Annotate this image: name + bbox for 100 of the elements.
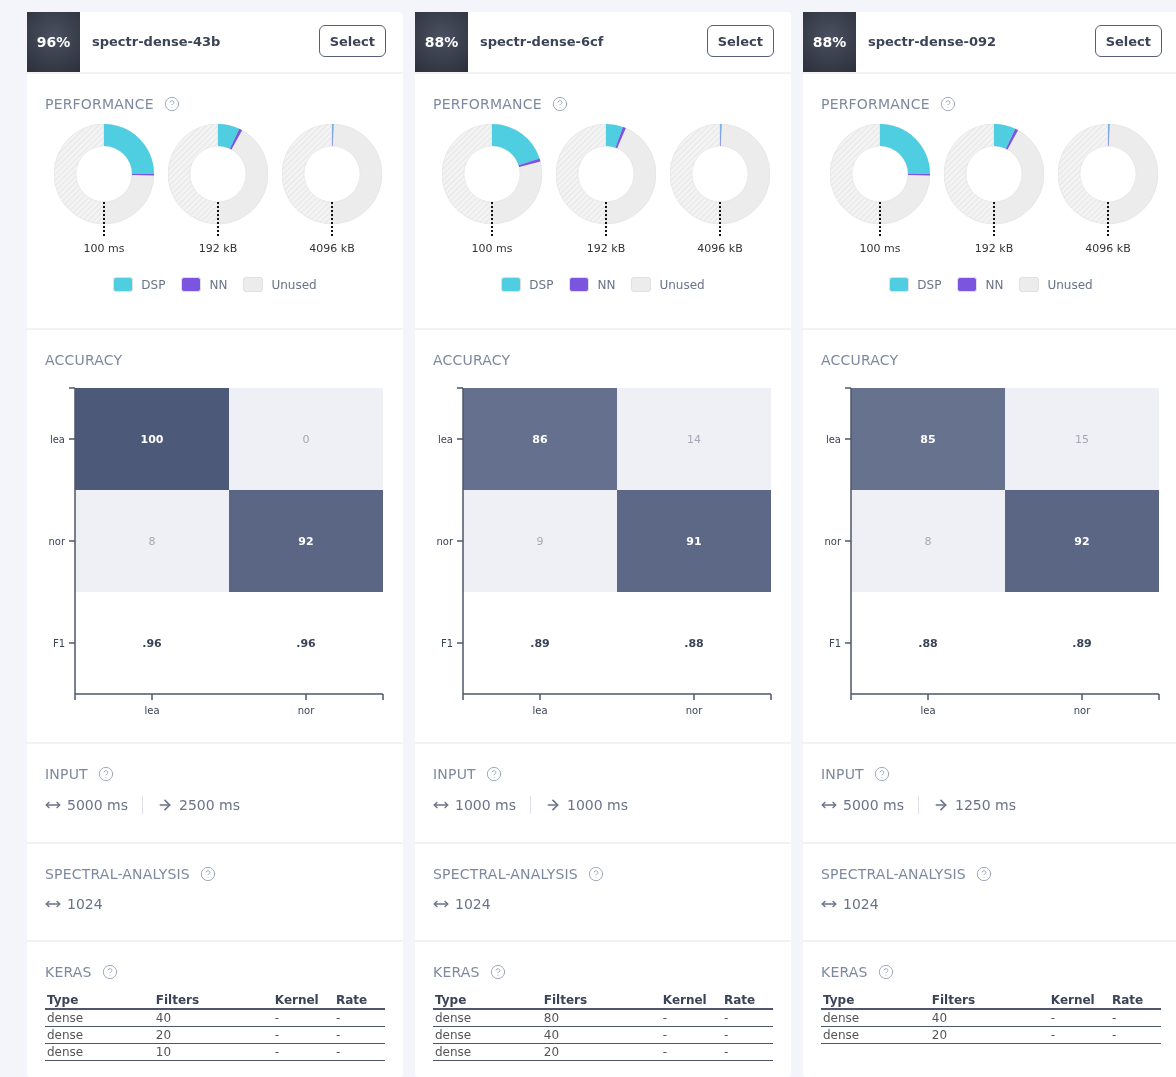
help-icon[interactable] [101, 964, 118, 980]
help-icon[interactable] [877, 964, 894, 980]
section-title: ACCURACY [433, 352, 511, 368]
section-title: KERAS [433, 964, 480, 980]
section-title: SPECTRAL-ANALYSIS [821, 866, 966, 882]
section-title: SPECTRAL-ANALYSIS [45, 866, 190, 882]
cell-value: 92 [298, 535, 314, 548]
column-header: Rate [1110, 992, 1161, 1009]
table-cell: - [660, 1043, 722, 1061]
score-badge: 96% [27, 12, 80, 72]
row-label: nor [48, 536, 65, 547]
f1-score: .96 [296, 637, 316, 650]
legend-label: Unused [271, 277, 317, 292]
score-badge: 88% [415, 12, 468, 72]
table-cell: - [334, 1026, 385, 1044]
row-label: F1 [828, 638, 841, 649]
table-cell: - [272, 1009, 334, 1027]
table-cell: dense [821, 1026, 930, 1044]
gauge-label: 192 kB [198, 242, 238, 255]
section-title: INPUT [821, 766, 864, 782]
table-cell: - [1110, 1026, 1161, 1044]
section-title: ACCURACY [45, 352, 123, 368]
column-label: lea [532, 705, 548, 716]
cell-value: 9 [536, 535, 544, 548]
row-label: lea [437, 434, 453, 445]
window-stride: 1000 ms [567, 797, 629, 813]
legend-label: DSP [529, 277, 554, 292]
section-title: INPUT [433, 766, 476, 782]
help-icon[interactable] [587, 866, 604, 882]
cell-value: 15 [1075, 433, 1089, 446]
window-size: 5000 ms [67, 797, 128, 813]
gauge-label: 100 ms [859, 242, 901, 255]
select-button[interactable]: Select [318, 25, 386, 57]
column-label: lea [920, 705, 936, 716]
column-label: nor [1073, 705, 1091, 716]
table-cell: - [334, 1043, 385, 1061]
gauge-label: 192 kB [974, 242, 1014, 255]
select-button[interactable]: Select [706, 25, 774, 57]
table-cell: 20 [153, 1026, 273, 1044]
column-header: Filters [929, 992, 1049, 1009]
column-header: Kernel [272, 992, 334, 1009]
legend-label: Unused [659, 277, 705, 292]
f1-score: .96 [142, 637, 162, 650]
cell-value: 92 [1074, 535, 1090, 548]
section-title: PERFORMANCE [821, 96, 930, 112]
help-icon[interactable] [163, 96, 180, 112]
table-cell: dense [433, 1026, 542, 1044]
f1-score: .89 [1072, 637, 1092, 650]
help-icon[interactable] [97, 766, 114, 782]
fft-length: 1024 [67, 896, 103, 912]
window-size: 5000 ms [843, 797, 904, 813]
column-header: Rate [722, 992, 773, 1009]
cell-value: 86 [532, 433, 548, 446]
table-cell: dense [433, 1043, 542, 1061]
legend-label: Unused [1047, 277, 1093, 292]
table-cell: 40 [153, 1009, 273, 1027]
table-cell: dense [45, 1043, 154, 1061]
legend-label: NN [209, 277, 228, 292]
model-name: spectr-dense-43b [91, 33, 222, 49]
select-button[interactable]: Select [1094, 25, 1162, 57]
section-title: SPECTRAL-ANALYSIS [433, 866, 578, 882]
help-icon[interactable] [873, 766, 890, 782]
section-title: PERFORMANCE [433, 96, 542, 112]
column-header: Type [45, 992, 154, 1009]
model-name: spectr-dense-092 [867, 33, 998, 49]
table-cell: - [1110, 1009, 1161, 1027]
table-cell: 20 [541, 1043, 661, 1061]
gauge-label: 4096 kB [309, 242, 355, 255]
column-header: Filters [541, 992, 661, 1009]
f1-score: .88 [684, 637, 704, 650]
cell-value: 100 [140, 433, 164, 446]
table-cell: - [660, 1026, 722, 1044]
section-title: PERFORMANCE [45, 96, 154, 112]
column-label: nor [297, 705, 315, 716]
legend-label: DSP [917, 277, 942, 292]
help-icon[interactable] [975, 866, 992, 882]
column-header: Kernel [660, 992, 722, 1009]
gauge-label: 4096 kB [697, 242, 743, 255]
help-icon[interactable] [939, 96, 956, 112]
cell-value: 14 [687, 433, 701, 446]
table-cell: dense [45, 1026, 154, 1044]
table-cell: 10 [153, 1043, 273, 1061]
column-header: Rate [334, 992, 385, 1009]
help-icon[interactable] [199, 866, 216, 882]
help-icon[interactable] [489, 964, 506, 980]
table-cell: - [334, 1009, 385, 1027]
help-icon[interactable] [485, 766, 502, 782]
table-cell: - [272, 1026, 334, 1044]
table-cell: 40 [929, 1009, 1049, 1027]
cell-value: 91 [686, 535, 702, 548]
legend-label: NN [597, 277, 616, 292]
table-cell: - [1048, 1026, 1110, 1044]
section-title: INPUT [45, 766, 88, 782]
help-icon[interactable] [551, 96, 568, 112]
table-cell: - [722, 1043, 773, 1061]
cell-value: 8 [924, 535, 932, 548]
gauge-label: 192 kB [586, 242, 626, 255]
cell-value: 85 [920, 433, 936, 446]
row-label: lea [825, 434, 841, 445]
table-cell: - [722, 1026, 773, 1044]
